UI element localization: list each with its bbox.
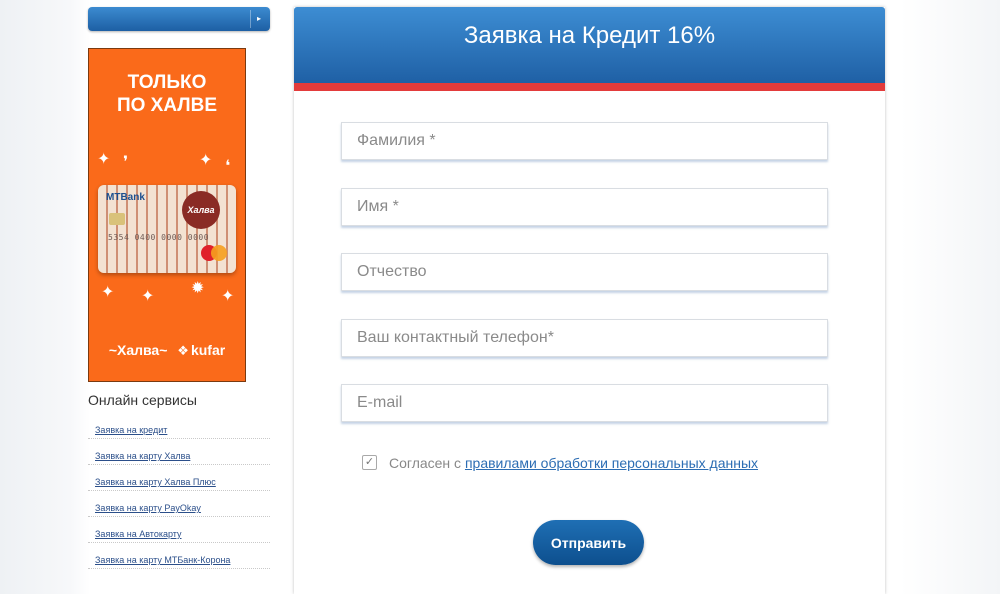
surname-field[interactable] [341,122,828,160]
kufar-logo: kufar [190,342,226,358]
credit-application-form: Заявка на Кредит 16% ✓ Согласен с правил… [294,7,885,594]
consent-prefix: Согласен с [389,455,465,471]
sparkle-icon: ✦ [97,151,111,168]
services-title: Онлайн сервисы [88,392,197,408]
service-link-halva[interactable]: Заявка на карту Халва [95,451,190,461]
sparkle-icon: ✦ [101,284,115,301]
promo-banner[interactable]: ТОЛЬКО ПО ХАЛВЕ ✦ ❜ ✦ ❛ MTBank 5354 0400… [88,48,246,382]
service-link-korona[interactable]: Заявка на карту МТБанк-Корона [95,555,230,565]
banner-headline: ТОЛЬКО ПО ХАЛВЕ [89,71,245,117]
card-bank-label: MTBank [106,192,145,203]
banner-headline-line2: ПО ХАЛВЕ [116,95,218,116]
privacy-policy-link[interactable]: правилами обработки персональных данных [465,455,758,471]
service-link-autocard[interactable]: Заявка на Автокарту [95,529,182,539]
banner-headline-line1: ТОЛЬКО [127,72,207,93]
kufar-logo-icon: ❖ [177,343,189,358]
list-item: Заявка на карту Халва Плюс [88,465,270,491]
sparkle-icon: ✹ [191,280,205,297]
list-item: Заявка на карту PayOkay [88,491,270,517]
banner-footer: ~Халва~ ❖ kufar [89,342,245,359]
service-link-halva-plus[interactable]: Заявка на карту Халва Плюс [95,477,216,487]
chevron-right-icon: ▸ [250,10,267,28]
form-header: Заявка на Кредит 16% [294,7,885,83]
top-menu-bar[interactable]: ▸ [88,7,270,31]
phone-field[interactable] [341,319,828,357]
credit-card-image: MTBank 5354 0400 0000 0000 Халва [98,185,236,273]
checkmark-icon: ✓ [364,456,375,468]
email-field[interactable] [341,384,828,422]
submit-button[interactable]: Отправить [533,520,644,565]
halva-logo: ~Халва~ [108,342,168,358]
sparkle-icon: ✦ [199,152,213,169]
form-title: Заявка на Кредит 16% [463,22,716,49]
list-item: Заявка на кредит [88,413,270,439]
list-item: Заявка на Автокарту [88,517,270,543]
patronymic-field[interactable] [341,253,828,291]
card-chip-icon [109,213,125,225]
name-field[interactable] [341,188,828,226]
card-brand-logo: Халва [182,191,220,229]
mastercard-icon [201,245,229,261]
services-list: Заявка на кредит Заявка на карту Халва З… [88,413,270,569]
list-item: Заявка на карту МТБанк-Корона [88,543,270,569]
consent-checkbox[interactable]: ✓ [362,455,377,470]
sparkle-icon: ❜ [123,154,129,171]
sparkle-icon: ✦ [221,288,235,305]
consent-text: Согласен с правилами обработки персональ… [389,455,758,471]
sparkle-icon: ❛ [225,158,231,175]
header-accent-line [294,83,885,91]
service-link-credit[interactable]: Заявка на кредит [95,425,167,435]
service-link-payokay[interactable]: Заявка на карту PayOkay [95,503,201,513]
sparkle-icon: ✦ [141,288,155,305]
list-item: Заявка на карту Халва [88,439,270,465]
card-number: 5354 0400 0000 0000 [108,233,210,242]
